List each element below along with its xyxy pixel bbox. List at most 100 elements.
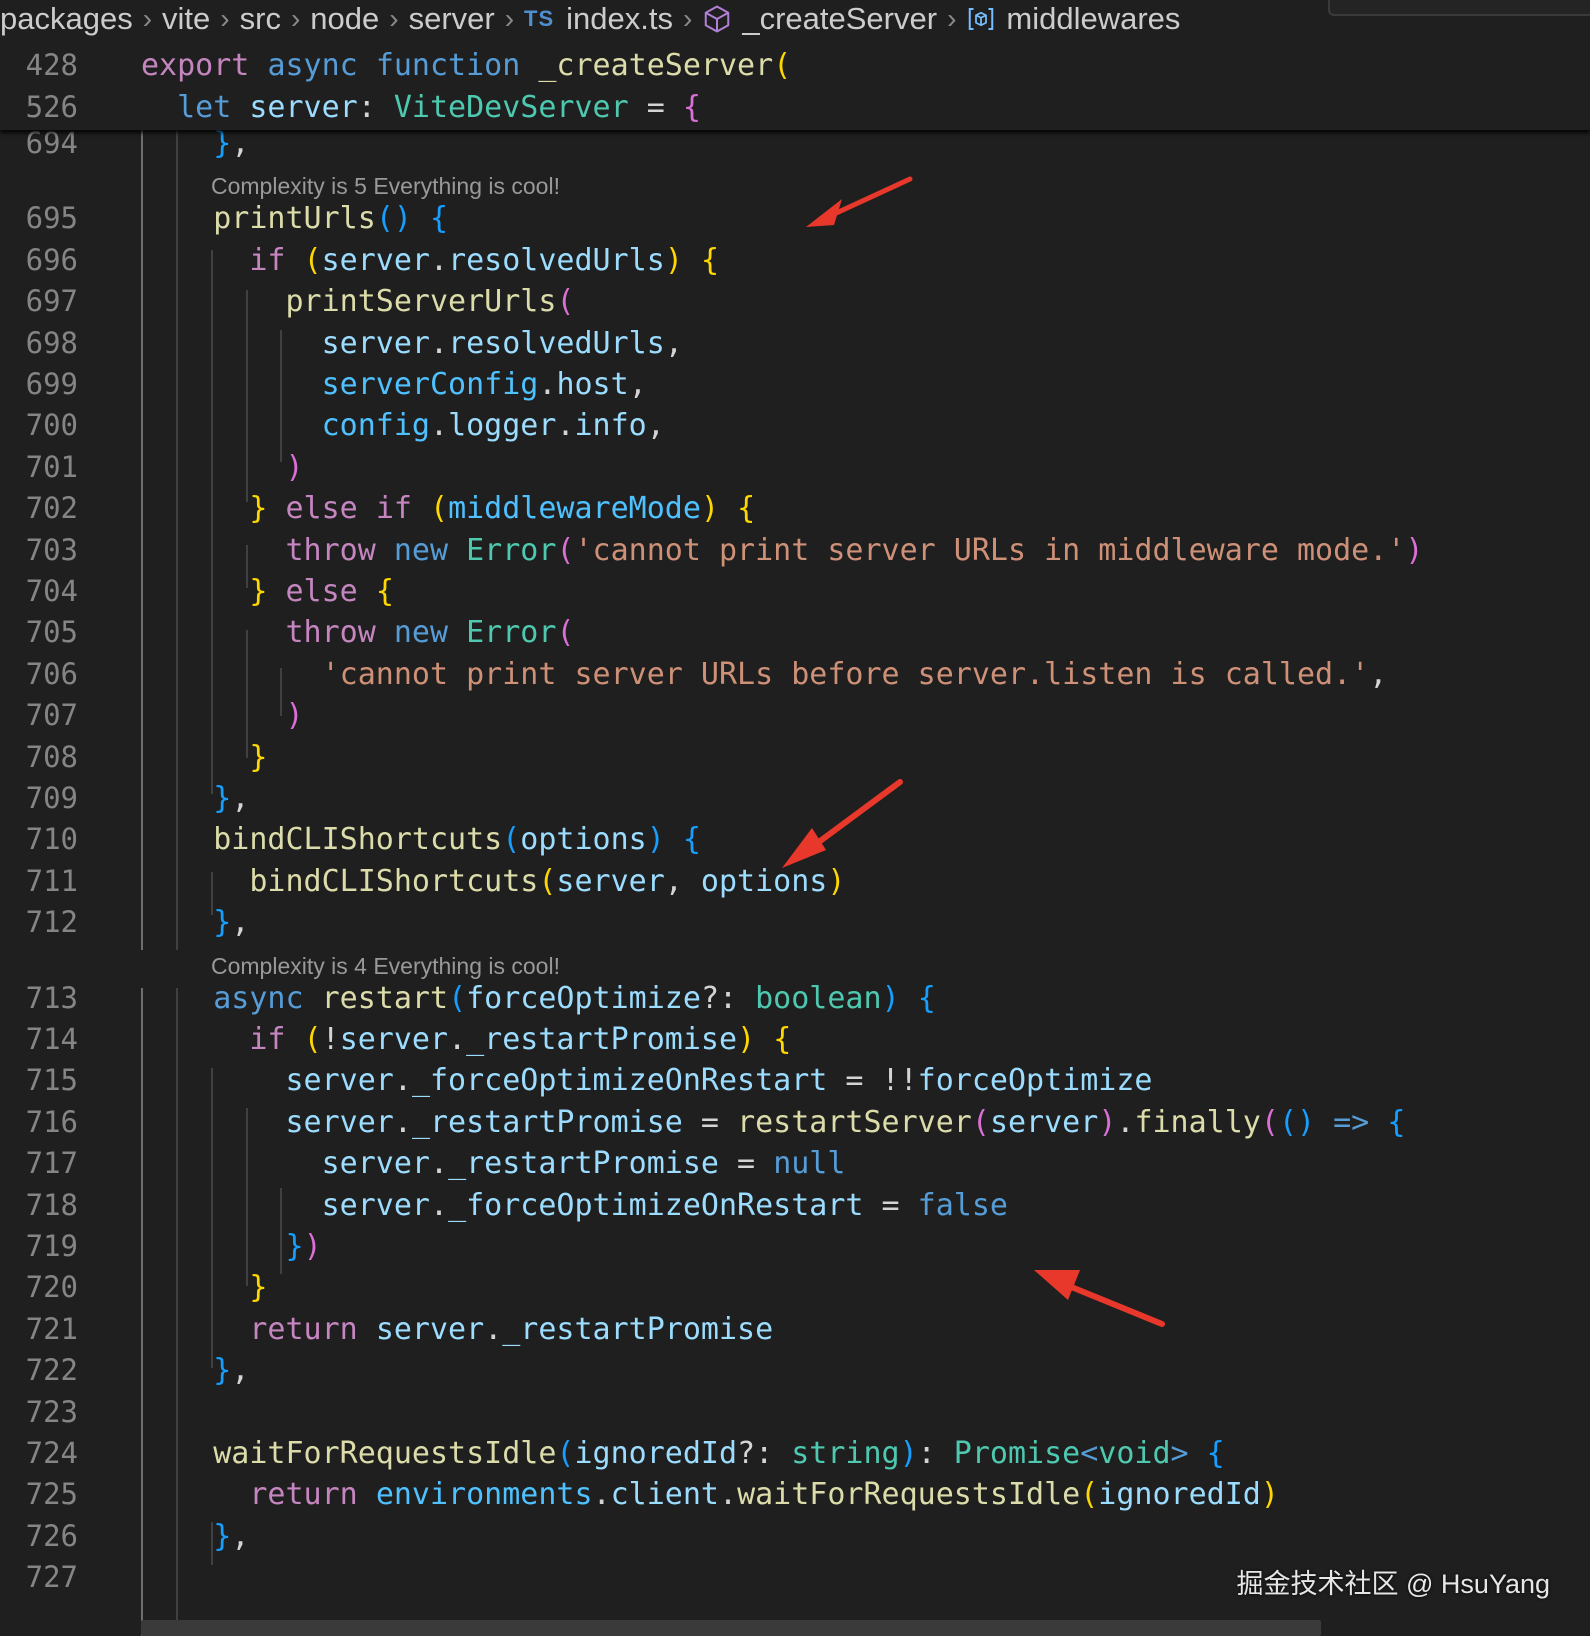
breadcrumb-item[interactable]: _createServer (702, 1, 937, 37)
code-line[interactable]: 719 }) (0, 1225, 1590, 1268)
code-text: }, (141, 901, 249, 944)
line-number: 725 (25, 1477, 78, 1512)
breadcrumb-item[interactable]: src (240, 1, 281, 37)
code-line[interactable]: 720 } (0, 1266, 1590, 1309)
code-line[interactable]: 701 ) (0, 446, 1590, 489)
code-line[interactable]: 717 server._restartPromise = null (0, 1142, 1590, 1185)
code-token: ) (827, 863, 846, 899)
code-line[interactable]: 711 bindCLIShortcuts(server, options) (0, 860, 1590, 903)
code-token: server (989, 1104, 1099, 1140)
code-line[interactable]: 694 }, (0, 130, 1590, 165)
code-line[interactable]: 710 bindCLIShortcuts(options) { (0, 818, 1590, 861)
line-number: 711 (25, 863, 78, 898)
code-token: ) (664, 242, 683, 278)
code-line[interactable]: 714 if (!server._restartPromise) { (0, 1018, 1590, 1061)
code-line[interactable]: 712 }, (0, 901, 1590, 944)
code-line[interactable]: 723 (0, 1391, 1590, 1434)
code-line[interactable]: 726 }, (0, 1515, 1590, 1558)
code-line[interactable]: 703 throw new Error('cannot print server… (0, 529, 1590, 572)
chevron-right-icon: › (290, 3, 301, 34)
code-line[interactable]: 709 }, (0, 777, 1590, 820)
code-token: server (321, 242, 430, 278)
code-token: _forceOptimizeOnRestart (448, 1187, 864, 1223)
code-line[interactable]: 707 ) (0, 694, 1590, 737)
breadcrumb-label: node (310, 1, 380, 36)
breadcrumb-item[interactable]: middlewares (966, 1, 1180, 37)
code-text: server._forceOptimizeOnRestart = false (141, 1184, 1008, 1227)
code-token: if (249, 242, 286, 278)
code-line[interactable]: 700 config.logger.info, (0, 404, 1590, 447)
code-line[interactable]: 715 server._forceOptimizeOnRestart = !!f… (0, 1059, 1590, 1102)
code-token: environments (375, 1477, 593, 1513)
breadcrumb-item[interactable]: node (310, 1, 379, 37)
code-token: ViteDevServer (393, 90, 629, 125)
breadcrumb-item[interactable]: packages (0, 1, 133, 37)
code-text: } else if (middlewareMode) { (141, 487, 755, 530)
sticky-scroll-header[interactable]: 428 export async function _createServer(5… (0, 44, 1590, 130)
code-editor[interactable]: 694 }, Complexity is 5 Everything is cool… (0, 130, 1590, 1636)
breadcrumb-item[interactable]: vite (162, 1, 210, 37)
code-line[interactable]: 704 } else { (0, 570, 1590, 613)
line-number: 723 (25, 1394, 78, 1429)
code-token: _restartPromise (466, 1022, 738, 1057)
code-token: { (1206, 1436, 1225, 1471)
line-number: 719 (25, 1229, 78, 1263)
breadcrumb-label: src (239, 1, 281, 36)
breadcrumb-item[interactable]: server (409, 1, 495, 37)
code-line[interactable]: 725 return environments.client.waitForRe… (0, 1473, 1590, 1516)
code-token: ( (502, 822, 521, 858)
code-token: options (700, 863, 828, 899)
code-line[interactable]: 695 printUrls() { (0, 197, 1590, 240)
horizontal-scrollbar[interactable] (141, 1620, 1321, 1636)
breadcrumb-item[interactable]: TS index.ts (524, 1, 673, 37)
code-token: . (484, 1311, 503, 1347)
code-token: null (773, 1146, 846, 1182)
code-line[interactable]: 526 let server: ViteDevServer = { (0, 86, 1590, 129)
code-token: ( (303, 1022, 322, 1057)
code-line[interactable]: 713 async restart(forceOptimize?: boolea… (0, 977, 1590, 1020)
code-text: } (141, 736, 267, 779)
code-line[interactable]: 705 throw new Error( (0, 611, 1590, 654)
code-token: { (682, 822, 701, 858)
code-token: ) (1260, 1477, 1279, 1513)
chevron-right-icon: › (504, 3, 515, 34)
code-text: config.logger.info, (141, 404, 665, 447)
code-line[interactable]: 696 if (server.resolvedUrls) { (0, 239, 1590, 282)
code-line[interactable]: 724 waitForRequestsIdle(ignoredId?: stri… (0, 1432, 1590, 1475)
code-token: config (321, 408, 430, 444)
code-token: server (321, 325, 430, 361)
code-token: ) (285, 698, 304, 734)
code-token: ) (285, 449, 304, 485)
line-number: 720 (25, 1270, 78, 1305)
code-line[interactable]: 721 return server._restartPromise (0, 1308, 1590, 1351)
code-line[interactable]: 718 server._forceOptimizeOnRestart = fal… (0, 1184, 1590, 1227)
code-line[interactable]: 706 'cannot print server URLs before ser… (0, 653, 1590, 696)
code-line[interactable]: 428 export async function _createServer( (0, 44, 1590, 87)
code-line[interactable]: 698 server.resolvedUrls, (0, 322, 1590, 365)
code-text: }, (141, 130, 249, 165)
code-line[interactable]: 699 serverConfig.host, (0, 363, 1590, 406)
code-token: 'cannot print server URLs in middleware … (574, 532, 1406, 568)
breadcrumb-label: index.ts (566, 1, 674, 36)
code-token: { (1387, 1104, 1406, 1140)
code-line[interactable]: 702 } else if (middlewareMode) { (0, 487, 1590, 530)
code-line[interactable]: 716 server._restartPromise = restartServ… (0, 1101, 1590, 1144)
code-line[interactable]: 708 } (0, 736, 1590, 779)
code-token: throw (285, 532, 376, 568)
code-text: waitForRequestsIdle(ignoredId?: string):… (141, 1432, 1225, 1475)
code-line[interactable]: 722 }, (0, 1349, 1590, 1392)
code-text: } (141, 1266, 267, 1309)
code-token: { (682, 90, 701, 125)
code-line[interactable]: 697 printServerUrls( (0, 280, 1590, 323)
